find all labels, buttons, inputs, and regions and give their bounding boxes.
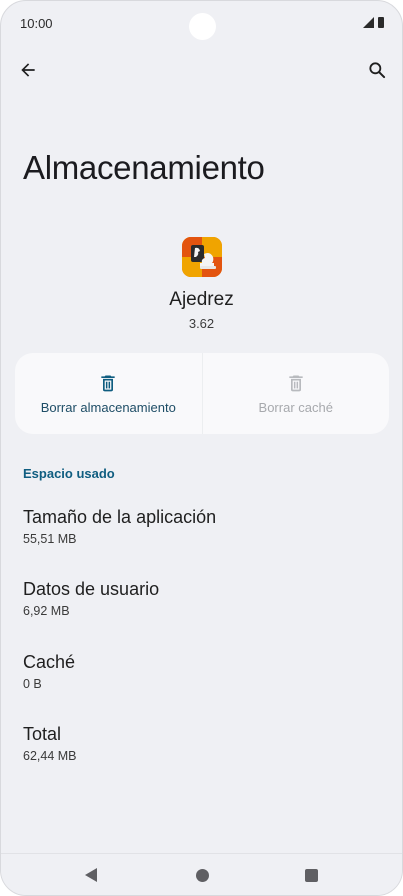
storage-item-title: Total — [23, 724, 62, 744]
section-header-used-space: Espacio usado — [23, 466, 115, 481]
signal-icon — [363, 17, 374, 28]
page-title: Almacenamiento — [23, 149, 265, 186]
storage-item-user-data: Datos de usuario 6,92 MB — [23, 579, 159, 618]
storage-item-value: 62,44 MB — [23, 749, 77, 763]
storage-item-cache: Caché 0 B — [23, 652, 75, 691]
storage-item-total: Total 62,44 MB — [23, 724, 77, 763]
status-icons — [363, 17, 384, 28]
top-app-bar — [1, 53, 402, 89]
storage-item-title: Datos de usuario — [23, 579, 160, 599]
phone-screen: 10:00 Almacenamiento Ajedrez 3.62 Borrar… — [0, 0, 403, 896]
storage-item-title: Caché — [23, 652, 76, 672]
app-version: 3.62 — [188, 316, 215, 331]
search-button[interactable] — [362, 55, 392, 85]
clear-cache-label: Borrar caché — [258, 400, 333, 415]
camera-cutout — [189, 13, 216, 40]
storage-item-value: 0 B — [23, 677, 42, 691]
clear-storage-button[interactable]: Borrar almacenamiento — [15, 353, 202, 434]
storage-item-value: 6,92 MB — [23, 604, 70, 618]
navigation-bar — [1, 853, 402, 895]
trash-icon — [289, 375, 303, 392]
clear-cache-button[interactable]: Borrar caché — [201, 353, 390, 434]
arrow-back-icon — [21, 63, 35, 77]
nav-back-icon[interactable] — [85, 868, 97, 882]
storage-actions-card: Borrar almacenamiento Borrar caché — [15, 353, 389, 434]
app-name: Ajedrez — [169, 289, 234, 310]
storage-item-title: Tamaño de la aplicación — [23, 507, 217, 527]
nav-recents-icon[interactable] — [305, 869, 318, 882]
status-bar: 10:00 — [1, 1, 402, 47]
trash-icon — [101, 375, 115, 392]
search-icon — [369, 62, 386, 79]
chess-app-icon — [182, 237, 222, 277]
nav-home-icon[interactable] — [196, 869, 209, 882]
storage-item-app-size: Tamaño de la aplicación 55,51 MB — [23, 507, 216, 546]
clear-storage-label: Borrar almacenamiento — [40, 400, 176, 415]
back-button[interactable] — [13, 55, 43, 85]
storage-item-value: 55,51 MB — [23, 532, 77, 546]
battery-icon — [378, 17, 384, 28]
status-time: 10:00 — [20, 16, 53, 31]
